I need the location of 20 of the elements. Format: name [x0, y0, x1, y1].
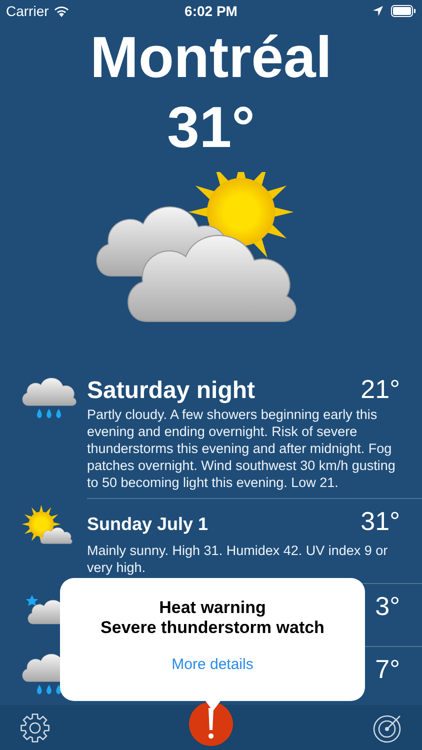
forecast-period: Saturday night [87, 377, 256, 405]
forecast-temperature: 31° [360, 506, 400, 537]
forecast-temperature: 7° [375, 654, 400, 685]
more-details-link[interactable]: More details [172, 656, 254, 673]
forecast-description: Partly cloudy. A few showers beginning early this evening and ending overnight. Risk of severe thunderstorms this evening and after midnight. Fog patches overnight. Wind southwest 30 km/h gusting to 50 becoming light this evening. Low 21. [87, 406, 396, 491]
alert-title: Heat warning [158, 598, 267, 618]
battery-icon [391, 5, 416, 17]
city-name: Montréal [90, 26, 332, 90]
forecast-description: Mainly sunny. High 31. Humidex 42. UV index 9 or very high. [87, 542, 389, 576]
wifi-icon [54, 6, 69, 16]
clock-time: 6:02 PM [184, 3, 238, 19]
forecast-period: Sunday July 1 [87, 514, 208, 535]
forecast-temperature: 3° [375, 591, 400, 622]
forecast-temperature: 21° [360, 374, 400, 405]
carrier-label: Carrier [6, 3, 49, 19]
current-temperature: 31° [167, 96, 255, 160]
location-arrow-icon [373, 6, 384, 16]
settings-icon[interactable] [20, 712, 50, 742]
alert-title: Severe thunderstorm watch [100, 618, 324, 638]
alert-icon[interactable] [189, 702, 233, 746]
